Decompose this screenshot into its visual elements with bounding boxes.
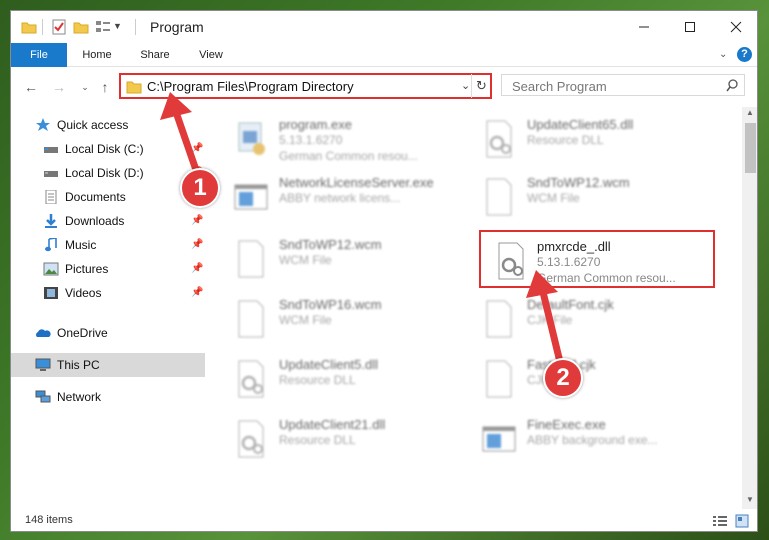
callout-badge-1: 1 (180, 168, 220, 208)
annotation-arrows (160, 92, 564, 366)
callout-badge-2: 2 (543, 358, 583, 398)
arrow-2 (526, 270, 564, 366)
arrow-1 (160, 92, 200, 174)
